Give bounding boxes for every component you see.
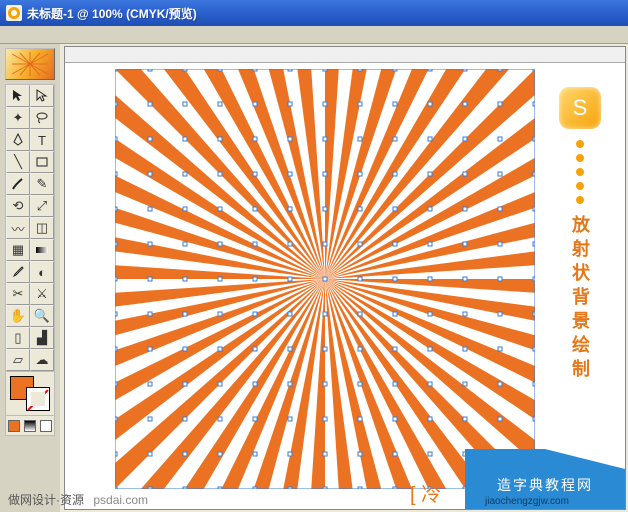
symbol-tool[interactable]: ☁ (30, 349, 54, 371)
gold-logo-symbol: S (573, 95, 588, 121)
banner-subtitle: jiaochengzgjw.com (485, 496, 569, 507)
brush-tool[interactable] (6, 173, 30, 195)
color-mode-row (5, 416, 55, 436)
blend-tool[interactable]: ◐ (30, 261, 54, 283)
color-mode-none[interactable] (40, 420, 52, 432)
right-info-column: S 放射状背景绘制 (547, 87, 613, 383)
line-tool[interactable]: ╲ (6, 151, 30, 173)
magic-wand-tool[interactable]: ✦ (6, 107, 30, 129)
stroke-swatch[interactable] (26, 387, 50, 411)
eyedropper-tool[interactable] (6, 261, 30, 283)
banner-title: 造字典教程网 (497, 475, 593, 495)
gradient-tool[interactable] (30, 239, 54, 261)
column-graph-tool[interactable]: ▯ (6, 327, 30, 349)
type-tool[interactable]: T (30, 129, 54, 151)
zoom-tool[interactable]: 🔍 (30, 305, 54, 327)
rotate-tool[interactable]: ⟲ (6, 195, 30, 217)
slice-tool[interactable]: ▟ (30, 327, 54, 349)
orange-bracket-label: [ 冷 (410, 478, 441, 507)
toolbox: ✦ T ╲ ✎ ⟲ ⤢ 〰 ◫ ▦ ◐ ✂ ⚔ ✋ 🔍 ▯ ▟ ▱ ☁ (5, 84, 55, 372)
knife-tool[interactable]: ⚔ (30, 283, 54, 305)
watermark: 做网设计·资源 psdai.com (8, 491, 148, 508)
gradient-swatch-panel[interactable] (5, 48, 55, 80)
scissors-tool[interactable]: ✂ (6, 283, 30, 305)
artboard-tool[interactable]: ▱ (6, 349, 30, 371)
artboard[interactable] (115, 69, 535, 489)
main-area: ✦ T ╲ ✎ ⟲ ⤢ 〰 ◫ ▦ ◐ ✂ ⚔ ✋ 🔍 ▯ ▟ ▱ ☁ (0, 44, 628, 512)
hand-tool[interactable]: ✋ (6, 305, 30, 327)
color-mode-solid[interactable] (8, 420, 20, 432)
lasso-tool[interactable] (30, 107, 54, 129)
free-transform-tool[interactable]: ◫ (30, 217, 54, 239)
site-banner: 造字典教程网 jiaochengzgjw.com (465, 449, 625, 509)
options-bar (0, 26, 628, 44)
left-column: ✦ T ╲ ✎ ⟲ ⤢ 〰 ◫ ▦ ◐ ✂ ⚔ ✋ 🔍 ▯ ▟ ▱ ☁ (0, 44, 60, 512)
mesh-tool[interactable]: ▦ (6, 239, 30, 261)
warp-tool[interactable]: 〰 (6, 217, 30, 239)
canvas-area[interactable]: S 放射状背景绘制 [ 冷 造字典教程网 jiaochengzgjw.com (64, 46, 626, 510)
ruler-horizontal (65, 47, 625, 63)
pen-tool[interactable] (6, 129, 30, 151)
gold-logo-icon: S (559, 87, 601, 129)
color-mode-gradient[interactable] (24, 420, 36, 432)
scale-tool[interactable]: ⤢ (30, 195, 54, 217)
sidebar-vertical-title: 放射状背景绘制 (567, 215, 593, 383)
rectangle-tool[interactable] (30, 151, 54, 173)
pencil-tool[interactable]: ✎ (30, 173, 54, 195)
watermark-text: 做网设计·资源 (8, 493, 84, 507)
gold-dots-icon (576, 137, 584, 207)
starburst-artwork[interactable] (115, 69, 535, 489)
titlebar: 未标题-1 @ 100% (CMYK/预览) (0, 0, 628, 26)
watermark-url: psdai.com (93, 493, 148, 507)
direct-selection-tool[interactable] (30, 85, 54, 107)
fill-stroke-indicator[interactable] (5, 372, 55, 416)
window-title: 未标题-1 @ 100% (CMYK/预览) (27, 5, 197, 22)
selection-tool[interactable] (6, 85, 30, 107)
app-icon (6, 5, 22, 21)
